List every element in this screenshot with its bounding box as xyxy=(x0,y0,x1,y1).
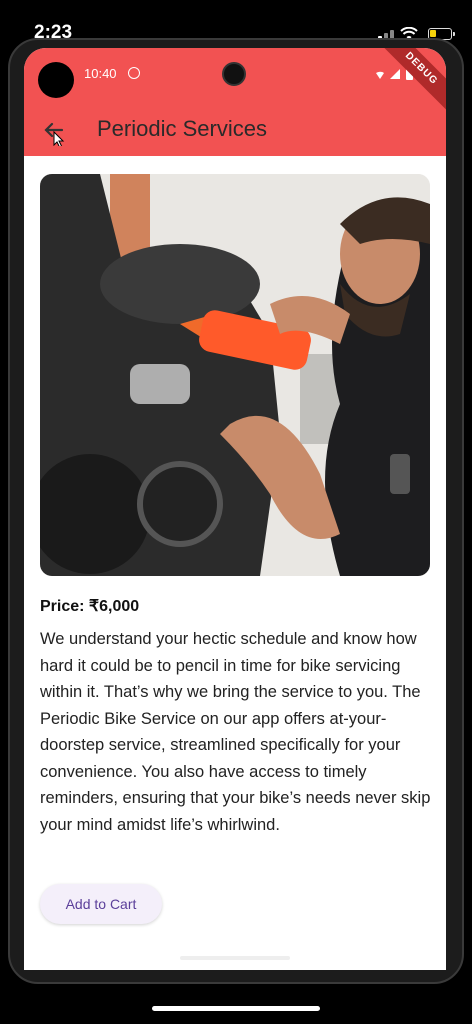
android-gesture-bar[interactable] xyxy=(180,956,290,960)
cursor-icon xyxy=(53,130,65,146)
app-bar: 10:40 DEBUG Periodic Services xyxy=(24,48,446,156)
app-screen: 10:40 DEBUG Periodic Services Price: ₹6,… xyxy=(24,48,446,970)
service-description: We understand your hectic schedule and k… xyxy=(40,630,431,834)
ios-home-indicator[interactable] xyxy=(152,1006,320,1011)
price-label: Price: ₹6,000 xyxy=(40,598,140,615)
android-clock: 10:40 xyxy=(84,66,117,81)
page-title: Periodic Services xyxy=(97,116,267,141)
wifi-icon xyxy=(376,71,384,79)
front-camera-icon xyxy=(222,62,246,86)
debug-banner: DEBUG xyxy=(374,48,446,116)
back-arrow-icon[interactable] xyxy=(40,116,70,146)
bike-mechanic-image xyxy=(40,174,430,576)
hotspot-icon xyxy=(128,67,140,79)
add-to-cart-button[interactable]: Add to Cart xyxy=(40,884,162,924)
camera-cutout xyxy=(38,62,74,98)
signal-icon xyxy=(390,69,400,79)
